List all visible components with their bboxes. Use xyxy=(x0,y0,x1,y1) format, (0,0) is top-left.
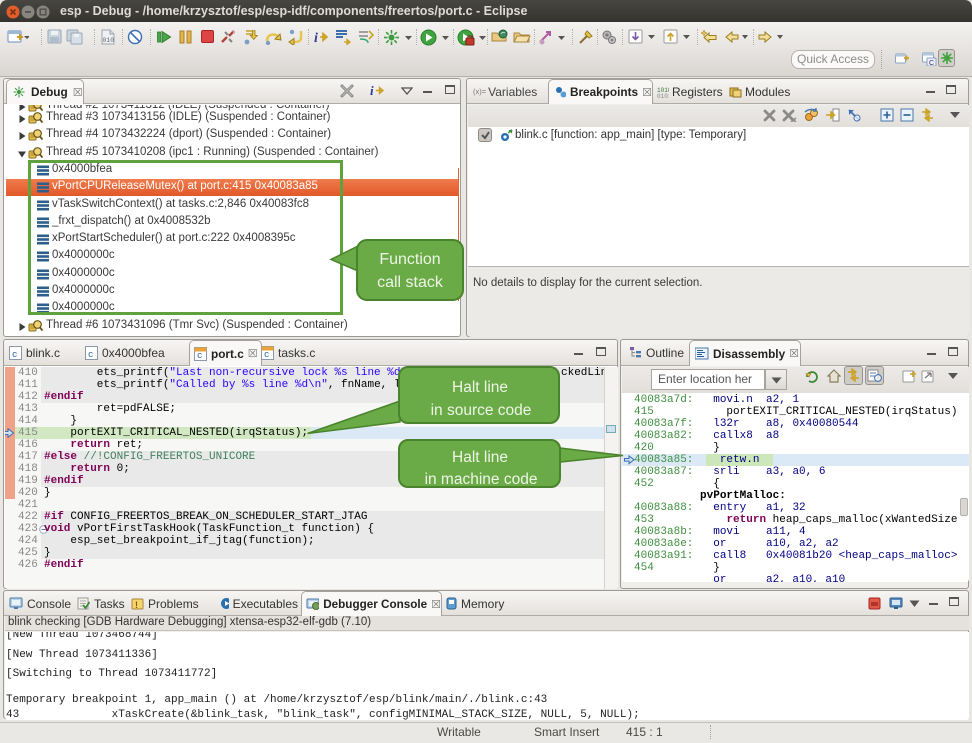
svg-text:0101: 0101 xyxy=(657,93,669,98)
svg-text:c: c xyxy=(88,350,93,360)
svg-text:in source code: in source code xyxy=(431,402,532,419)
svg-text:in machine code: in machine code xyxy=(425,471,538,488)
svg-text:c: c xyxy=(264,350,269,360)
svg-text:!: ! xyxy=(135,600,138,610)
svg-text:c: c xyxy=(12,350,17,360)
svg-text:Halt line: Halt line xyxy=(452,379,508,396)
svg-text:010: 010 xyxy=(103,37,115,44)
svg-text:C: C xyxy=(929,60,934,66)
svg-text:Function: Function xyxy=(379,251,440,268)
svg-text:Halt line: Halt line xyxy=(452,449,508,466)
svg-text:c: c xyxy=(197,351,202,361)
svg-text:i: i xyxy=(370,83,374,98)
svg-text:i: i xyxy=(314,31,318,45)
svg-text:call stack: call stack xyxy=(377,274,444,291)
